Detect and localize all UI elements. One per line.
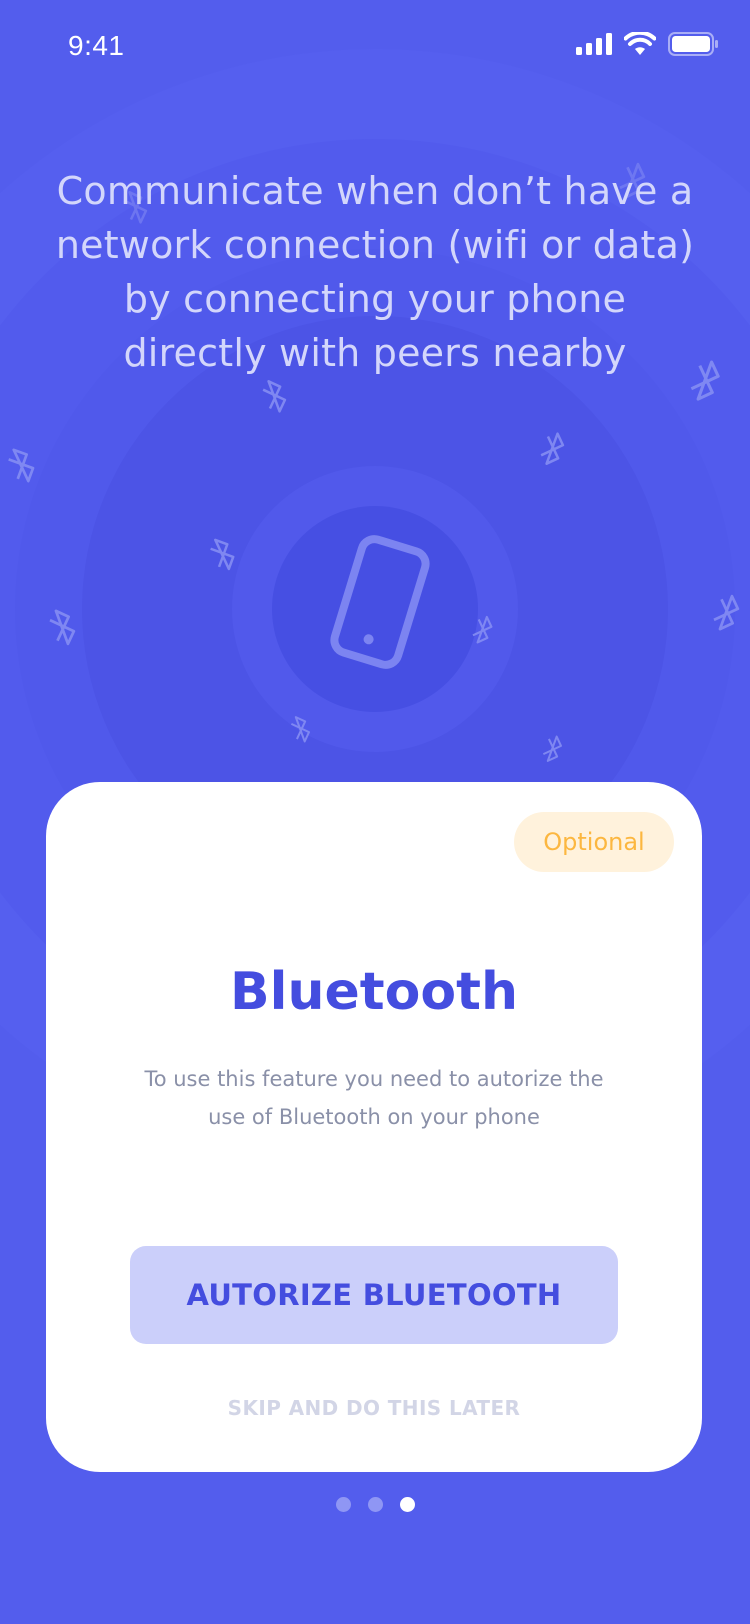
permission-card: Optional Bluetooth To use this feature y…	[46, 782, 702, 1472]
headline-line: Communicate when don’t have a	[56, 169, 694, 213]
optional-badge: Optional	[514, 812, 674, 872]
authorize-bluetooth-button[interactable]: AUTORIZE BLUETOOTH	[130, 1246, 618, 1344]
onboarding-screen: 9:41 Communicate when don’t have a netwo	[0, 0, 750, 1624]
status-time: 9:41	[68, 30, 125, 61]
page-dot[interactable]	[335, 1497, 351, 1512]
battery-icon	[668, 32, 718, 56]
status-bar: 9:41	[0, 0, 750, 96]
wifi-icon	[624, 32, 656, 55]
card-title: Bluetooth	[230, 962, 518, 1022]
headline-line: by connecting your phone	[123, 277, 627, 321]
headline-line: network connection (wifi or data)	[55, 223, 695, 267]
signal-icon	[576, 33, 612, 55]
intro-headline: Communicate when don’t have a network co…	[40, 164, 710, 380]
skip-link[interactable]: SKIP AND DO THIS LATER	[46, 1396, 702, 1420]
card-description: To use this feature you need to autorize…	[144, 1067, 604, 1129]
phone-icon	[330, 535, 430, 669]
page-dot[interactable]	[367, 1497, 383, 1512]
page-dot-active[interactable]	[399, 1497, 415, 1512]
headline-line: directly with peers nearby	[123, 331, 627, 375]
status-icons	[576, 32, 718, 56]
page-indicator	[0, 1497, 750, 1512]
